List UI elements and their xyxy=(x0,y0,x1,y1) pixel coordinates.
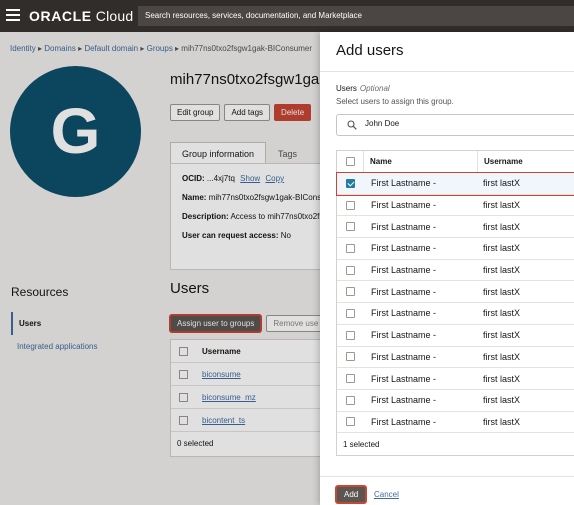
user-name-cell: First Lastname - xyxy=(371,395,437,406)
users-selection-table: Name Username First Lastname - first last… xyxy=(336,150,574,457)
table-row[interactable]: First Lastname - first lastX xyxy=(337,347,574,369)
row-checkbox[interactable] xyxy=(345,308,355,318)
users-field-label: Users Optional xyxy=(336,84,390,93)
users-label-text: Users xyxy=(336,84,357,93)
row-checkbox[interactable] xyxy=(345,352,355,362)
table-row[interactable]: First Lastname - first lastX xyxy=(336,172,574,196)
cancel-link[interactable]: Cancel xyxy=(374,490,399,499)
username-cell: first lastX xyxy=(483,200,521,211)
row-checkbox[interactable] xyxy=(345,330,355,340)
username-cell: first lastX xyxy=(483,265,521,276)
user-search-field[interactable] xyxy=(336,114,574,136)
oracle-cloud-logo[interactable]: ORACLE Cloud xyxy=(29,8,133,24)
user-name-cell: First Lastname - xyxy=(371,308,437,319)
row-checkbox[interactable] xyxy=(345,395,355,405)
user-name-cell: First Lastname - xyxy=(371,265,437,276)
column-header-name[interactable]: Name xyxy=(363,151,477,172)
optional-tag: Optional xyxy=(359,84,390,93)
row-checkbox[interactable] xyxy=(345,243,355,253)
table-header-row: Name Username xyxy=(337,151,574,173)
user-name-cell: First Lastname - xyxy=(371,221,437,232)
username-cell: first lastX xyxy=(483,286,521,297)
user-name-cell: First Lastname - xyxy=(371,351,437,362)
user-name-cell: First Lastname - xyxy=(371,178,437,189)
user-name-cell: First Lastname - xyxy=(371,243,437,254)
username-cell: first lastX xyxy=(483,416,521,427)
panel-title: Add users xyxy=(320,32,574,72)
row-checkbox[interactable] xyxy=(345,374,355,384)
table-row[interactable]: First Lastname - first lastX xyxy=(337,303,574,325)
username-cell: first lastX xyxy=(483,373,521,384)
username-cell: first lastX xyxy=(483,308,521,319)
table-row[interactable]: First Lastname - first lastX xyxy=(337,368,574,390)
table-row[interactable]: First Lastname - first lastX xyxy=(337,281,574,304)
global-search-input[interactable]: Search resources, services, documentatio… xyxy=(138,6,574,26)
user-name-cell: First Lastname - xyxy=(371,373,437,384)
top-navigation-bar: ORACLE Cloud Search resources, services,… xyxy=(0,0,574,32)
user-search-input[interactable] xyxy=(365,119,565,128)
row-checkbox[interactable] xyxy=(345,200,355,210)
row-checkbox[interactable] xyxy=(345,178,355,188)
select-all-checkbox[interactable] xyxy=(345,157,355,166)
username-cell: first lastX xyxy=(483,221,521,232)
row-checkbox[interactable] xyxy=(345,287,355,297)
table-row[interactable]: First Lastname - first lastX xyxy=(337,195,574,217)
add-button[interactable]: Add xyxy=(336,486,367,503)
hamburger-menu-icon[interactable] xyxy=(6,9,20,21)
user-name-cell: First Lastname - xyxy=(371,286,437,297)
column-header-username[interactable]: Username xyxy=(477,151,574,172)
row-checkbox[interactable] xyxy=(345,265,355,275)
users-field-help: Select users to assign this group. xyxy=(336,97,454,106)
username-cell: first lastX xyxy=(483,330,521,341)
row-checkbox[interactable] xyxy=(345,417,355,427)
user-name-cell: First Lastname - xyxy=(371,330,437,341)
user-name-cell: First Lastname - xyxy=(371,200,437,211)
table-row[interactable]: First Lastname - first lastX xyxy=(337,238,574,260)
row-checkbox[interactable] xyxy=(345,222,355,232)
table-row[interactable]: First Lastname - first lastX xyxy=(337,216,574,239)
table-row[interactable]: First Lastname - first lastX xyxy=(337,390,574,412)
table-row[interactable]: First Lastname - first lastX xyxy=(337,260,574,282)
username-cell: first lastX xyxy=(483,395,521,406)
selection-count: 1 selected xyxy=(343,440,380,450)
username-cell: first lastX xyxy=(483,243,521,254)
panel-footer: Add Cancel xyxy=(320,476,574,505)
username-cell: first lastX xyxy=(483,351,521,362)
table-row[interactable]: First Lastname - first lastX xyxy=(337,325,574,347)
username-cell: first lastX xyxy=(483,178,521,189)
add-users-panel: Add users Users Optional Select users to … xyxy=(320,32,574,505)
modal-overlay[interactable] xyxy=(0,32,320,505)
search-icon xyxy=(347,120,357,130)
user-name-cell: First Lastname - xyxy=(371,416,437,427)
table-row[interactable]: First Lastname - first lastX xyxy=(337,412,574,434)
